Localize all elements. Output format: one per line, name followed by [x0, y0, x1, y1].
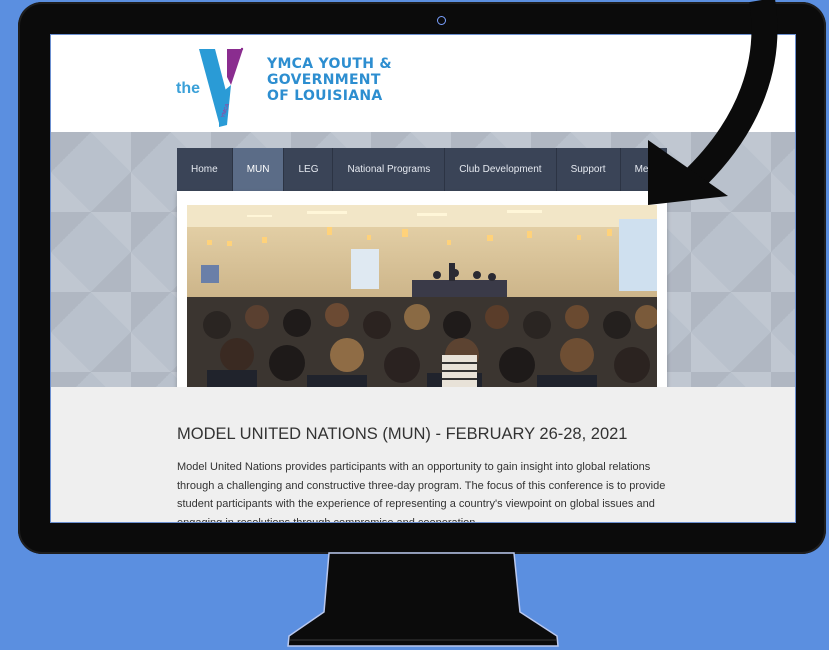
pointer-arrow-icon: [648, 0, 778, 205]
